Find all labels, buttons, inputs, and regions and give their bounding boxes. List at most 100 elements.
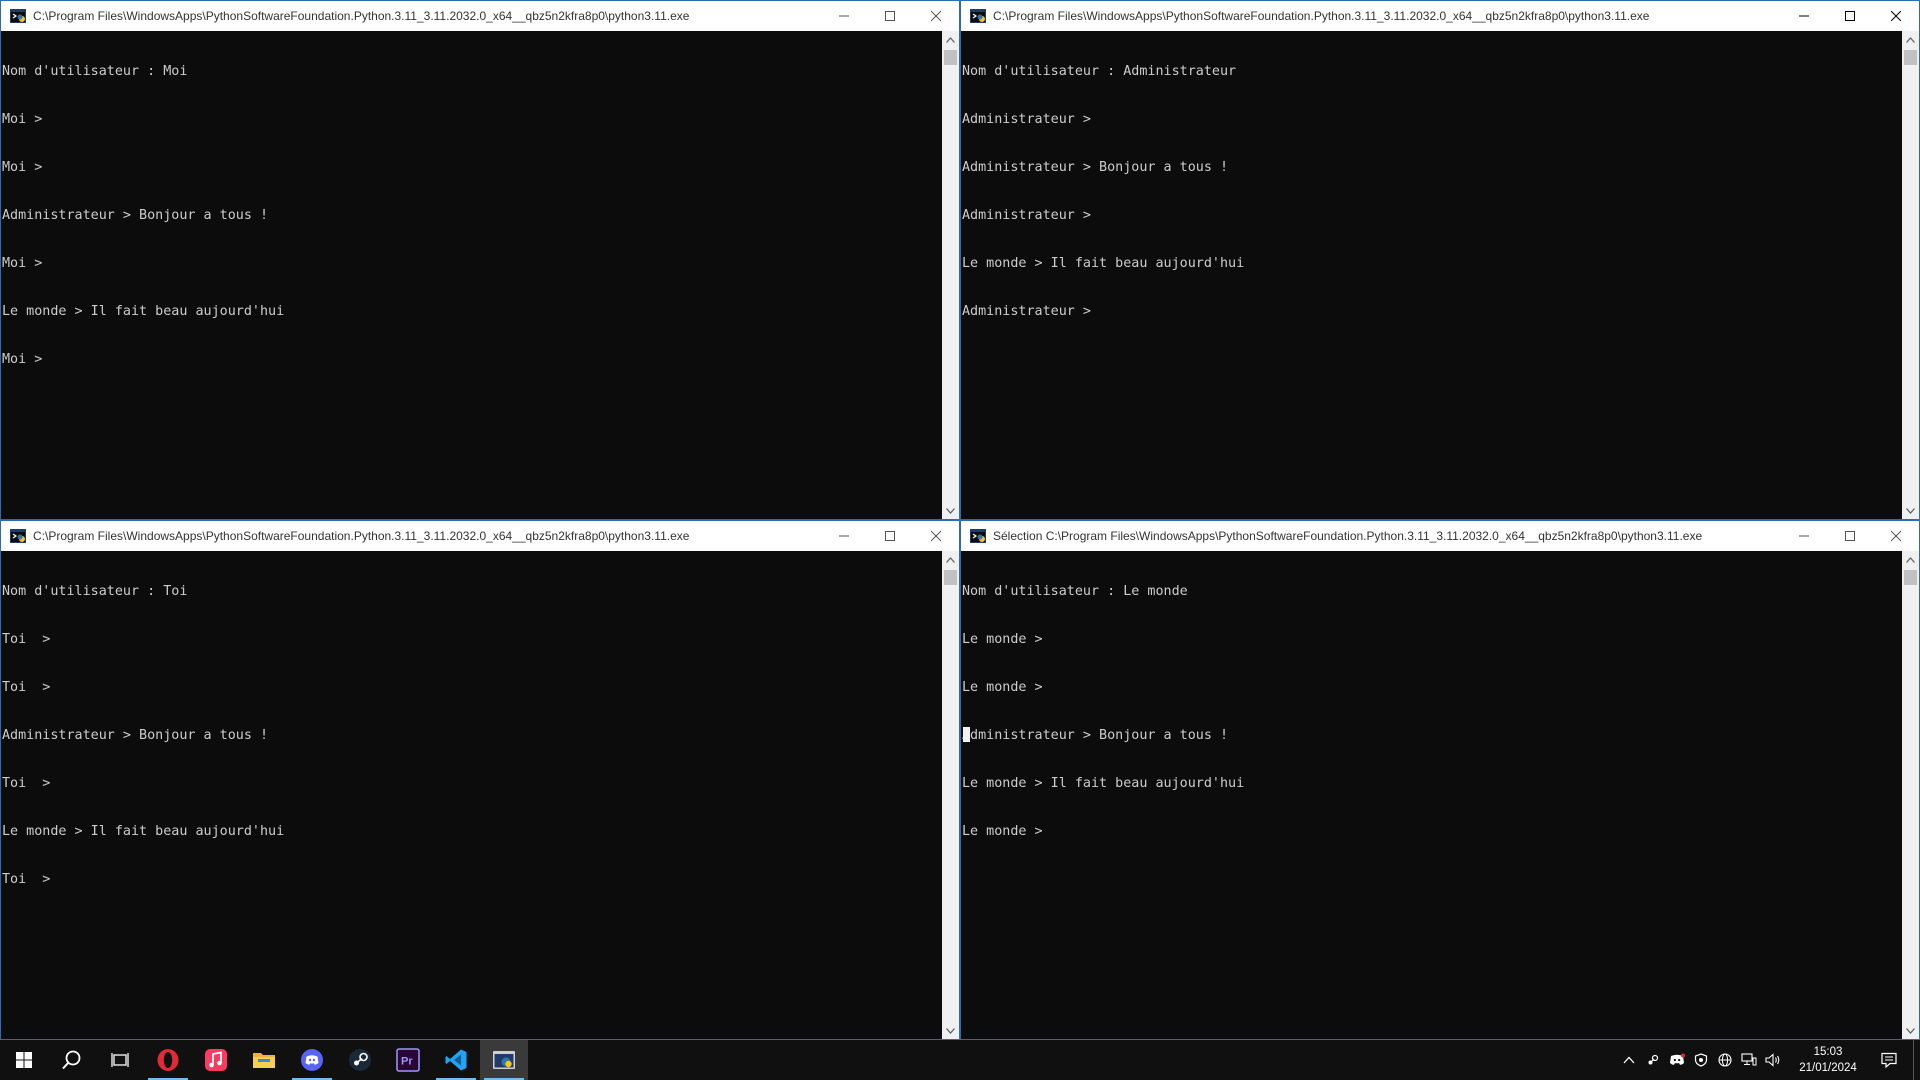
- task-view-icon: [111, 1053, 129, 1067]
- console-output[interactable]: Nom d'utilisateur : Moi Moi > Moi > Admi…: [1, 31, 942, 519]
- maximize-icon: [885, 11, 895, 21]
- chevron-down-icon: [1906, 1027, 1915, 1034]
- console-output[interactable]: Nom d'utilisateur : Le monde Le monde > …: [961, 551, 1902, 1039]
- clock-date: 21/01/2024: [1799, 1062, 1857, 1074]
- tray-discord[interactable]: [1665, 1040, 1689, 1080]
- opera-app[interactable]: [144, 1040, 192, 1080]
- scroll-down-button[interactable]: [942, 502, 959, 519]
- discord-app[interactable]: [288, 1040, 336, 1080]
- minimize-button[interactable]: [1781, 1, 1827, 31]
- console-line: Toi >: [2, 872, 51, 887]
- scroll-thumb[interactable]: [944, 570, 957, 585]
- svg-text:Pr: Pr: [401, 1056, 413, 1068]
- console-window-toi[interactable]: C:\Program Files\WindowsApps\PythonSoftw…: [0, 520, 960, 1040]
- console-line: Nom d'utilisateur : Le monde: [962, 584, 1188, 599]
- chevron-up-icon: [1906, 556, 1915, 563]
- start-button[interactable]: [0, 1040, 48, 1080]
- scroll-up-button[interactable]: [942, 551, 959, 568]
- close-button[interactable]: [1873, 1, 1919, 31]
- maximize-button[interactable]: [1827, 521, 1873, 551]
- close-button[interactable]: [913, 1, 959, 31]
- maximize-icon: [885, 531, 895, 541]
- vscode-app[interactable]: [432, 1040, 480, 1080]
- console-line: Toi >: [2, 680, 51, 695]
- show-desktop-button[interactable]: [1913, 1040, 1920, 1080]
- close-icon: [931, 531, 941, 541]
- maximize-icon: [1845, 531, 1855, 541]
- python-icon: [10, 9, 26, 23]
- scroll-up-button[interactable]: [1902, 31, 1919, 48]
- taskbar: Pr 15:03 21/01/2024: [0, 1040, 1920, 1080]
- console-line: Toi >: [2, 632, 51, 647]
- console-window-le-monde[interactable]: Sélection C:\Program Files\WindowsApps\P…: [960, 520, 1920, 1040]
- title-bar[interactable]: C:\Program Files\WindowsApps\PythonSoftw…: [1, 521, 959, 551]
- maximize-icon: [1845, 11, 1855, 21]
- maximize-button[interactable]: [1827, 1, 1873, 31]
- scroll-thumb[interactable]: [1904, 50, 1917, 65]
- console-output[interactable]: Nom d'utilisateur : Toi Toi > Toi > Admi…: [1, 551, 942, 1039]
- close-icon: [1891, 11, 1901, 21]
- steam-app[interactable]: [336, 1040, 384, 1080]
- scroll-up-button[interactable]: [1902, 551, 1919, 568]
- console-line: Toi >: [2, 776, 51, 791]
- python-app[interactable]: [480, 1040, 528, 1080]
- console-line: Le monde >: [962, 824, 1043, 839]
- close-button[interactable]: [913, 521, 959, 551]
- steam-icon: [349, 1049, 371, 1071]
- scroll-down-button[interactable]: [1902, 502, 1919, 519]
- tray-steam[interactable]: [1641, 1040, 1665, 1080]
- itunes-app[interactable]: [192, 1040, 240, 1080]
- console-line: Le monde >: [962, 680, 1043, 695]
- close-icon: [931, 11, 941, 21]
- console-line: Le monde > Il fait beau aujourd'hui: [962, 256, 1245, 271]
- search-button[interactable]: [48, 1040, 96, 1080]
- tray-network[interactable]: [1737, 1040, 1761, 1080]
- title-bar[interactable]: C:\Program Files\WindowsApps\PythonSoftw…: [1, 1, 959, 31]
- console-line: Administrateur > Bonjour a tous !: [2, 208, 269, 223]
- shield-icon: [1694, 1053, 1708, 1067]
- tray-shield[interactable]: [1689, 1040, 1713, 1080]
- console-output[interactable]: Nom d'utilisateur : Administrateur Admin…: [961, 31, 1902, 519]
- vertical-scrollbar[interactable]: [942, 31, 959, 519]
- show-hidden-icons-button[interactable]: [1617, 1040, 1641, 1080]
- clock[interactable]: 15:03 21/01/2024: [1791, 1044, 1865, 1076]
- chevron-up-icon: [946, 556, 955, 563]
- python-icon: [970, 529, 986, 543]
- title-bar[interactable]: Sélection C:\Program Files\WindowsApps\P…: [961, 521, 1919, 551]
- console-window-moi[interactable]: C:\Program Files\WindowsApps\PythonSoftw…: [0, 0, 960, 520]
- scroll-up-button[interactable]: [942, 31, 959, 48]
- title-bar[interactable]: C:\Program Files\WindowsApps\PythonSoftw…: [961, 1, 1919, 31]
- console-line: Nom d'utilisateur : Moi: [2, 64, 188, 79]
- scroll-down-button[interactable]: [1902, 1022, 1919, 1039]
- scroll-thumb[interactable]: [1904, 570, 1917, 585]
- scroll-down-button[interactable]: [942, 1022, 959, 1039]
- task-view-button[interactable]: [96, 1040, 144, 1080]
- vertical-scrollbar[interactable]: [942, 551, 959, 1039]
- minimize-icon: [1799, 15, 1809, 17]
- tray-globe[interactable]: [1713, 1040, 1737, 1080]
- minimize-button[interactable]: [821, 1, 867, 31]
- console-line: Le monde >: [962, 632, 1043, 647]
- scroll-thumb[interactable]: [944, 50, 957, 65]
- premiere-app[interactable]: Pr: [384, 1040, 432, 1080]
- system-tray: 15:03 21/01/2024: [1617, 1040, 1920, 1080]
- chevron-down-icon: [1906, 507, 1915, 514]
- chevron-down-icon: [946, 507, 955, 514]
- console-line: Le monde > Il fait beau aujourd'hui: [2, 824, 285, 839]
- console-window-administrateur[interactable]: C:\Program Files\WindowsApps\PythonSoftw…: [960, 0, 1920, 520]
- tray-volume[interactable]: [1761, 1040, 1785, 1080]
- file-explorer-app[interactable]: [240, 1040, 288, 1080]
- console-line: Le monde > Il fait beau aujourd'hui: [962, 776, 1245, 791]
- maximize-button[interactable]: [867, 521, 913, 551]
- close-button[interactable]: [1873, 521, 1919, 551]
- action-center-button[interactable]: [1865, 1040, 1913, 1080]
- maximize-button[interactable]: [867, 1, 913, 31]
- folder-icon: [253, 1053, 275, 1068]
- chevron-up-icon: [946, 36, 955, 43]
- desktop: C:\Program Files\WindowsApps\PythonSoftw…: [0, 0, 1920, 1080]
- minimize-button[interactable]: [1781, 521, 1827, 551]
- vertical-scrollbar[interactable]: [1902, 31, 1919, 519]
- vertical-scrollbar[interactable]: [1902, 551, 1919, 1039]
- minimize-icon: [1799, 535, 1809, 537]
- minimize-button[interactable]: [821, 521, 867, 551]
